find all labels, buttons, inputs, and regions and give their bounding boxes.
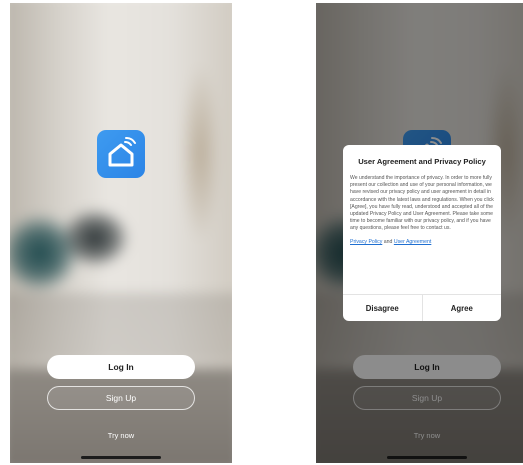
privacy-dialog: User Agreement and Privacy Policy We und… [343,145,501,321]
user-agreement-link[interactable]: User Agreement [394,239,431,245]
signup-button[interactable]: Sign Up [47,386,195,410]
app-logo [97,130,145,178]
signup-button-label: Sign Up [105,393,137,403]
links-separator: and [382,238,394,245]
home-indicator[interactable] [387,456,467,459]
home-wifi-icon [108,137,136,167]
disagree-button[interactable]: Disagree [343,295,422,321]
dialog-title: User Agreement and Privacy Policy [358,157,486,166]
privacy-policy-link[interactable]: Privacy Policy [350,239,382,245]
privacy-dialog-screen: Log In Sign Up Try now User Agreement an… [316,3,523,463]
try-now-link[interactable]: Try now [10,431,232,440]
welcome-screen: Log In Sign Up Try now [10,3,232,463]
dialog-body-text: We understand the importance of privacy.… [350,175,494,232]
home-indicator[interactable] [81,456,161,459]
dialog-links: Privacy Policy and User Agreement [350,239,494,245]
dialog-actions: Disagree Agree [343,294,501,321]
login-button-label: Log In [108,362,134,372]
login-button[interactable]: Log In [47,355,195,379]
agree-button[interactable]: Agree [421,295,502,321]
